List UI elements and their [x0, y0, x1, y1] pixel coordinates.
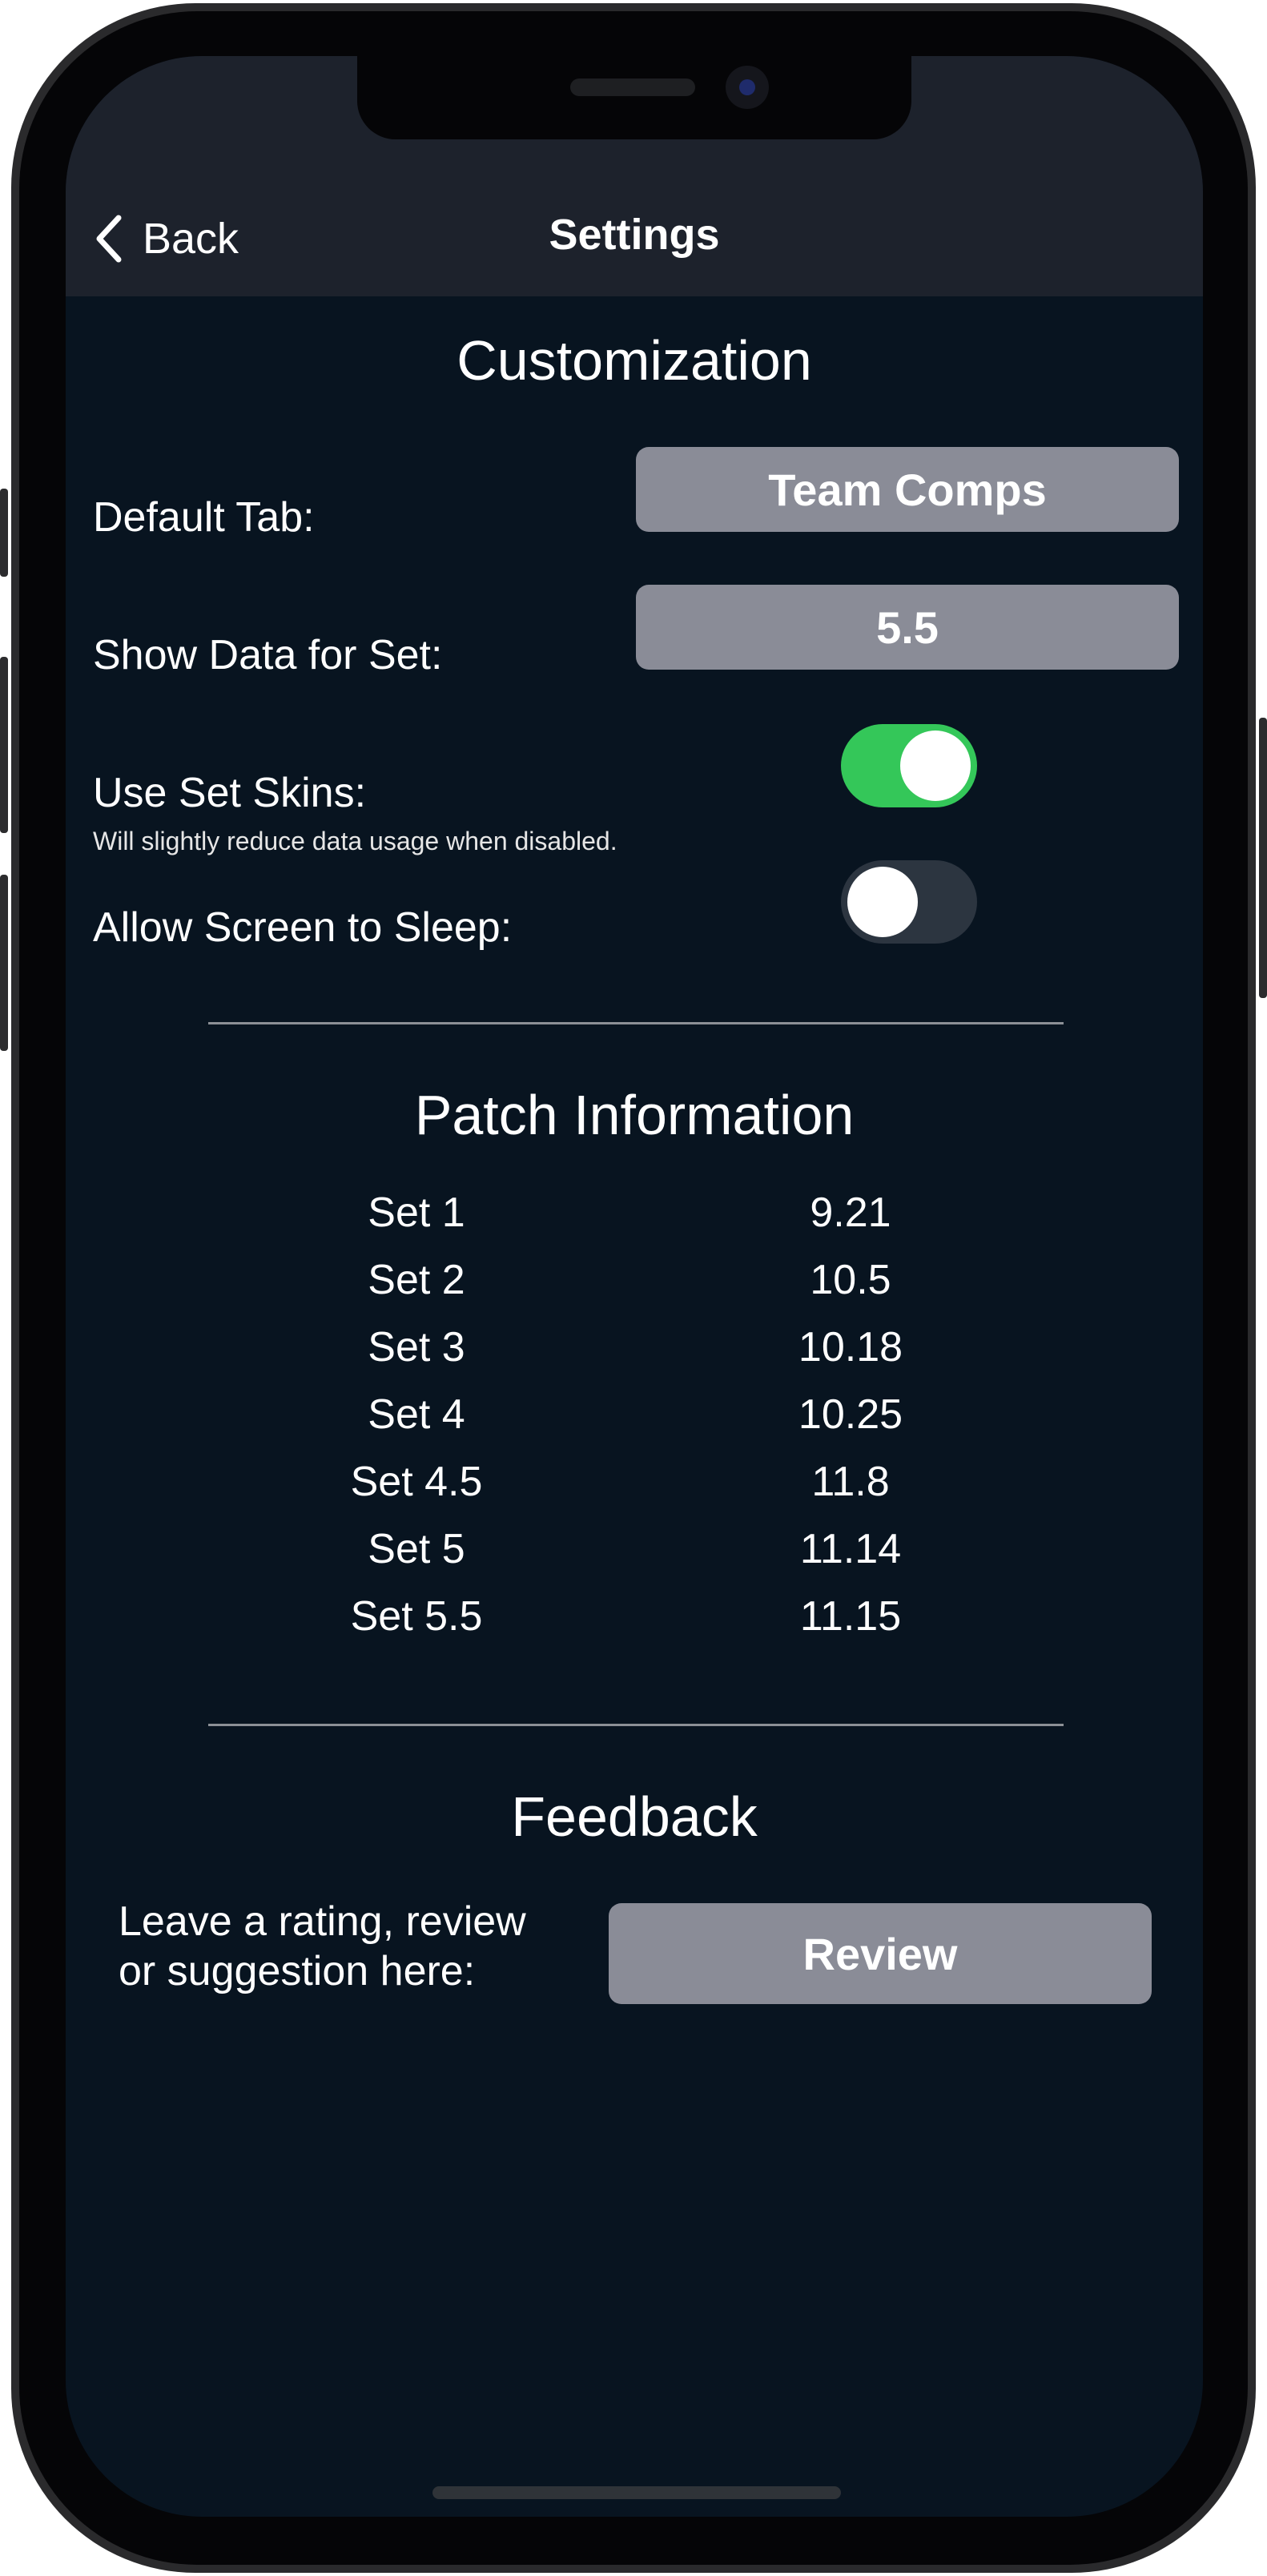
use-set-skins-label: Use Set Skins: [93, 770, 367, 816]
use-set-skins-note: Will slightly reduce data usage when dis… [93, 827, 617, 855]
home-indicator[interactable] [432, 2486, 841, 2499]
default-tab-value: Team Comps [768, 464, 1047, 515]
patch-version: 11.8 [811, 1459, 890, 1505]
page-title: Settings [549, 211, 720, 259]
mute-switch [0, 489, 8, 577]
show-data-value: 5.5 [876, 602, 939, 653]
use-set-skins-toggle[interactable] [841, 724, 977, 807]
patch-version: 11.14 [799, 1526, 902, 1572]
patch-version: 10.5 [810, 1257, 891, 1303]
app-screen: Back Settings Customization Default Tab:… [66, 56, 1203, 2517]
volume-down-button [0, 875, 8, 1051]
patch-info-heading: Patch Information [414, 1084, 855, 1146]
section-divider [208, 1724, 1064, 1726]
power-button [1259, 718, 1267, 998]
toggle-knob [847, 867, 918, 937]
set-name: Set 5.5 [350, 1593, 483, 1640]
toggle-knob [900, 731, 971, 801]
feedback-prompt-line-2: or suggestion here: [119, 1948, 476, 1994]
patch-version: 10.18 [798, 1324, 903, 1371]
patch-version: 9.21 [810, 1189, 891, 1236]
set-name: Set 3 [368, 1324, 465, 1371]
feedback-prompt: Leave a rating, review or suggestion her… [119, 1897, 583, 1996]
camera-icon [726, 66, 769, 109]
default-tab-label: Default Tab: [93, 494, 315, 541]
allow-sleep-label: Allow Screen to Sleep: [93, 904, 513, 951]
volume-up-button [0, 657, 8, 833]
set-name: Set 1 [368, 1189, 465, 1236]
customization-heading: Customization [457, 329, 812, 392]
set-name: Set 2 [368, 1257, 465, 1303]
set-name: Set 5 [368, 1526, 465, 1572]
device-notch [357, 56, 911, 139]
default-tab-selector[interactable]: Team Comps [636, 447, 1179, 532]
section-divider [208, 1022, 1064, 1024]
allow-sleep-toggle[interactable] [841, 860, 977, 944]
show-data-label: Show Data for Set: [93, 632, 443, 678]
review-button[interactable]: Review [609, 1903, 1152, 2004]
patch-version: 11.15 [799, 1593, 902, 1640]
feedback-prompt-line-1: Leave a rating, review [119, 1898, 526, 1945]
speaker-grille [570, 78, 695, 96]
set-name: Set 4 [368, 1391, 465, 1438]
set-name: Set 4.5 [350, 1459, 483, 1505]
show-data-selector[interactable]: 5.5 [636, 585, 1179, 670]
patch-version: 10.25 [798, 1391, 903, 1438]
feedback-heading: Feedback [511, 1785, 758, 1848]
review-label: Review [802, 1928, 958, 1979]
